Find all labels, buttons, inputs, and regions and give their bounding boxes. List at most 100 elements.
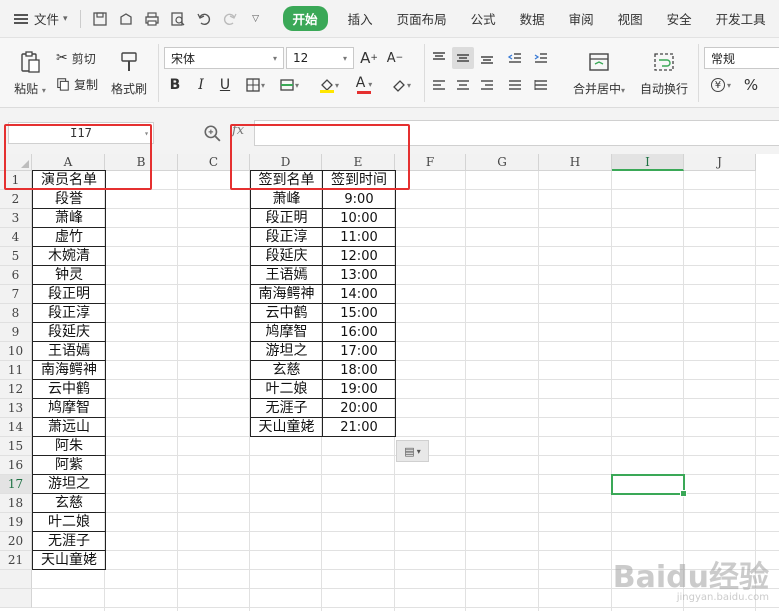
column-header-h[interactable]: H [539,154,612,171]
row-header-3[interactable]: 3 [0,209,32,228]
decrease-indent-icon[interactable] [504,47,526,69]
column-header-j[interactable]: J [684,154,756,171]
cell-a3[interactable]: 萧峰 [32,208,106,228]
cell-a12[interactable]: 云中鹤 [32,379,106,399]
merge-center-button[interactable]: 合并居中▾ [564,44,634,102]
fill-pattern-icon[interactable]: ▾ [274,74,304,96]
cell-e8[interactable]: 15:00 [322,303,396,323]
selected-cell[interactable] [611,474,687,497]
cell-e3[interactable]: 10:00 [322,208,396,228]
increase-font-size-icon[interactable]: A + [358,47,380,69]
font-name-select[interactable]: 宋体 ▾ [164,47,284,69]
cell-a5[interactable]: 木婉清 [32,246,106,266]
cell-d7[interactable]: 南海鳄神 [250,284,323,304]
row-header-13[interactable]: 13 [0,399,32,418]
row-header-11[interactable]: 11 [0,361,32,380]
cell-a14[interactable]: 萧远山 [32,417,106,437]
row-header-15[interactable]: 15 [0,437,32,456]
align-bottom-icon[interactable] [476,47,498,69]
clear-format-icon[interactable]: ▾ [386,74,416,96]
save-icon[interactable] [91,10,109,28]
spreadsheet-grid[interactable]: A B C D E F G H I J 1 2 3 4 5 6 7 8 9 10 11 12 13 14 15 16 17 18 19 2… [0,154,779,611]
cut-button[interactable]: ✂ 剪切 [56,48,96,68]
row-header-14[interactable]: 14 [0,418,32,437]
number-format-select[interactable]: 常规 [704,47,779,69]
print-preview-icon[interactable] [169,10,187,28]
cell-a7[interactable]: 段正明 [32,284,106,304]
cell-a9[interactable]: 段延庆 [32,322,106,342]
cell-d4[interactable]: 段正淳 [250,227,323,247]
row-header-18[interactable]: 18 [0,494,32,513]
cell-d9[interactable]: 鸠摩智 [250,322,323,342]
cell-d2[interactable]: 萧峰 [250,189,323,209]
cell-e5[interactable]: 12:00 [322,246,396,266]
bold-icon[interactable]: B [164,74,186,96]
row-header-6[interactable]: 6 [0,266,32,285]
customize-quick-access-icon[interactable]: ▽ [247,10,265,28]
cell-a10[interactable]: 王语嫣 [32,341,106,361]
font-color-icon[interactable]: A ▾ [350,74,378,96]
tab-insert[interactable]: 插入 [336,0,385,38]
tab-security[interactable]: 安全 [655,0,704,38]
row-header-16[interactable]: 16 [0,456,32,475]
undo-icon[interactable] [195,10,213,28]
cell-d11[interactable]: 玄慈 [250,360,323,380]
paste-options-button[interactable]: ▤ ▾ [396,440,429,462]
cell-d6[interactable]: 王语嫣 [250,265,323,285]
tab-formulas[interactable]: 公式 [459,0,508,38]
row-header-12[interactable]: 12 [0,380,32,399]
cell-a17[interactable]: 游坦之 [32,474,106,494]
row-header-5[interactable]: 5 [0,247,32,266]
cell-a8[interactable]: 段正淳 [32,303,106,323]
cell-d8[interactable]: 云中鹤 [250,303,323,323]
cell-d3[interactable]: 段正明 [250,208,323,228]
align-middle-icon[interactable] [452,47,474,69]
tab-data[interactable]: 数据 [508,0,557,38]
align-center-icon[interactable] [452,74,474,96]
zoom-icon[interactable] [203,124,221,142]
export-icon[interactable] [117,10,135,28]
row-header-empty[interactable] [0,570,32,589]
italic-icon[interactable]: I [190,74,212,96]
distributed-align-icon[interactable] [530,74,552,96]
align-top-icon[interactable] [428,47,450,69]
tab-developer[interactable]: 开发工具 [704,0,778,38]
cell-a11[interactable]: 南海鳄神 [32,360,106,380]
underline-icon[interactable]: U [214,74,236,96]
cell-d13[interactable]: 无涯子 [250,398,323,418]
redo-icon[interactable] [221,10,239,28]
cell-a19[interactable]: 叶二娘 [32,512,106,532]
align-right-icon[interactable] [476,74,498,96]
cell-e2[interactable]: 9:00 [322,189,396,209]
cell-e7[interactable]: 14:00 [322,284,396,304]
fill-color-icon[interactable]: ▾ [312,74,346,96]
cell-a16[interactable]: 阿紫 [32,455,106,475]
row-header-19[interactable]: 19 [0,513,32,532]
cell-e11[interactable]: 18:00 [322,360,396,380]
tab-page-layout[interactable]: 页面布局 [385,0,459,38]
column-header-g[interactable]: G [466,154,539,171]
cell-a6[interactable]: 钟灵 [32,265,106,285]
justify-icon[interactable] [504,74,526,96]
borders-icon[interactable]: ▾ [240,74,270,96]
file-menu[interactable]: 文件 ▾ [0,0,76,38]
cell-e6[interactable]: 13:00 [322,265,396,285]
cell-a18[interactable]: 玄慈 [32,493,106,513]
decrease-font-size-icon[interactable]: A − [384,47,406,69]
currency-icon[interactable]: ¥ ▾ [706,74,736,96]
align-left-icon[interactable] [428,74,450,96]
row-header-7[interactable]: 7 [0,285,32,304]
format-painter-button[interactable]: 格式刷 [108,44,150,102]
print-icon[interactable] [143,10,161,28]
row-header-20[interactable]: 20 [0,532,32,551]
row-header-10[interactable]: 10 [0,342,32,361]
row-header-9[interactable]: 9 [0,323,32,342]
column-header-i[interactable]: I [612,154,684,171]
cell-a20[interactable]: 无涯子 [32,531,106,551]
cell-a21[interactable]: 天山童姥 [32,550,106,570]
cell-e10[interactable]: 17:00 [322,341,396,361]
cell-e13[interactable]: 20:00 [322,398,396,418]
row-header-2[interactable]: 2 [0,190,32,209]
row-header-17[interactable]: 17 [0,475,32,494]
cell-a4[interactable]: 虚竹 [32,227,106,247]
